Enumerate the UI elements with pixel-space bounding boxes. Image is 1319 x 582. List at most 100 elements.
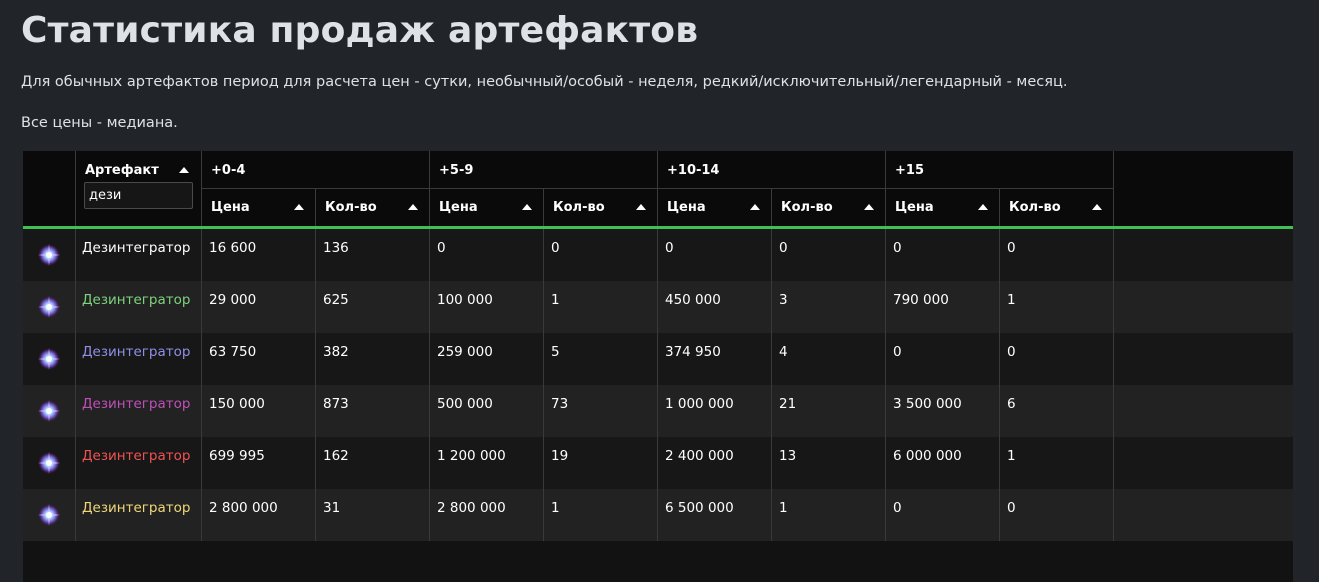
price-cell: 6 500 000 bbox=[658, 489, 772, 541]
sort-ascending-icon[interactable] bbox=[636, 204, 646, 210]
count-value: 625 bbox=[323, 292, 349, 308]
group-header-4: +15 bbox=[886, 151, 1114, 189]
price-cell: 0 bbox=[886, 333, 1000, 385]
disintegrator-artifact-icon bbox=[37, 451, 61, 475]
sort-ascending-icon[interactable] bbox=[1092, 204, 1102, 210]
sort-ascending-icon[interactable] bbox=[864, 204, 874, 210]
artifact-column-header[interactable]: Артефакт bbox=[76, 151, 202, 226]
count-column-header[interactable]: Кол-во bbox=[1000, 189, 1114, 226]
count-cell: 162 bbox=[316, 437, 430, 489]
price-cell: 2 800 000 bbox=[202, 489, 316, 541]
count-cell: 6 bbox=[1000, 385, 1114, 437]
sort-ascending-icon[interactable] bbox=[750, 204, 760, 210]
price-column-header[interactable]: Цена bbox=[886, 189, 1000, 226]
count-value: 1 bbox=[1007, 448, 1016, 464]
count-cell: 4 bbox=[772, 333, 886, 385]
icon-cell bbox=[23, 385, 76, 437]
count-value: 0 bbox=[1007, 240, 1016, 256]
price-cell: 0 bbox=[430, 229, 544, 281]
disintegrator-artifact-icon bbox=[37, 347, 61, 371]
price-value: 100 000 bbox=[437, 292, 493, 308]
artifact-name-cell: Дезинтегратор bbox=[76, 333, 202, 385]
table-row[interactable]: Дезинтегратор 699 995 162 1 200 000 19 2 400 … bbox=[23, 437, 1293, 489]
table-row[interactable]: Дезинтегратор 2 800 000 31 2 800 000 1 6 500 … bbox=[23, 489, 1293, 541]
group-header-label: +0-4 bbox=[211, 163, 246, 178]
artifact-name-cell: Дезинтегратор bbox=[76, 437, 202, 489]
price-cell: 0 bbox=[886, 489, 1000, 541]
price-value: 2 800 000 bbox=[437, 500, 506, 516]
artifact-name: Дезинтегратор bbox=[82, 240, 191, 256]
price-value: 1 200 000 bbox=[437, 448, 506, 464]
group-header-3: +10-14 bbox=[658, 151, 886, 189]
price-header-label: Цена bbox=[895, 200, 934, 215]
count-value: 1 bbox=[779, 500, 788, 516]
price-header-label: Цена bbox=[667, 200, 706, 215]
count-value: 136 bbox=[323, 240, 349, 256]
count-cell: 382 bbox=[316, 333, 430, 385]
artifact-name: Дезинтегратор bbox=[82, 344, 191, 360]
price-value: 0 bbox=[893, 240, 902, 256]
price-cell: 374 950 bbox=[658, 333, 772, 385]
count-value: 73 bbox=[551, 396, 569, 412]
artifact-name-cell: Дезинтегратор bbox=[76, 489, 202, 541]
price-cell: 259 000 bbox=[430, 333, 544, 385]
icon-cell bbox=[23, 333, 76, 385]
sort-ascending-icon[interactable] bbox=[978, 204, 988, 210]
count-value: 382 bbox=[323, 344, 349, 360]
count-cell: 13 bbox=[772, 437, 886, 489]
count-cell: 1 bbox=[1000, 281, 1114, 333]
price-cell: 1 200 000 bbox=[430, 437, 544, 489]
price-cell: 29 000 bbox=[202, 281, 316, 333]
price-value: 374 950 bbox=[665, 344, 721, 360]
count-cell: 0 bbox=[1000, 489, 1114, 541]
table-row[interactable]: Дезинтегратор 16 600 136 0 0 0 0 0 0 bbox=[23, 229, 1293, 281]
price-value: 63 750 bbox=[209, 344, 257, 360]
count-cell: 0 bbox=[1000, 229, 1114, 281]
artifact-name: Дезинтегратор bbox=[82, 396, 191, 412]
count-value: 0 bbox=[551, 240, 560, 256]
disintegrator-artifact-icon bbox=[37, 399, 61, 423]
count-column-header[interactable]: Кол-во bbox=[544, 189, 658, 226]
count-cell: 19 bbox=[544, 437, 658, 489]
price-value: 29 000 bbox=[209, 292, 257, 308]
table-row[interactable]: Дезинтегратор 150 000 873 500 000 73 1 000 00… bbox=[23, 385, 1293, 437]
table-row[interactable]: Дезинтегратор 63 750 382 259 000 5 374 950 4 0 0 bbox=[23, 333, 1293, 385]
artifact-header-label: Артефакт bbox=[85, 163, 159, 178]
price-header-label: Цена bbox=[439, 200, 478, 215]
icon-cell bbox=[23, 281, 76, 333]
table-row[interactable]: Дезинтегратор 29 000 625 100 000 1 450 000 3 79… bbox=[23, 281, 1293, 333]
count-cell: 3 bbox=[772, 281, 886, 333]
median-note: Все цены - медиана. bbox=[21, 115, 178, 131]
sort-ascending-icon[interactable] bbox=[522, 204, 532, 210]
count-header-label: Кол-во bbox=[1009, 200, 1061, 215]
artifact-name-cell: Дезинтегратор bbox=[76, 229, 202, 281]
count-column-header[interactable]: Кол-во bbox=[772, 189, 886, 226]
price-value: 16 600 bbox=[209, 240, 257, 256]
count-value: 0 bbox=[1007, 344, 1016, 360]
icon-column-header bbox=[23, 151, 76, 226]
artifact-filter-input[interactable] bbox=[84, 182, 193, 209]
price-cell: 3 500 000 bbox=[886, 385, 1000, 437]
count-cell: 625 bbox=[316, 281, 430, 333]
sort-ascending-icon[interactable] bbox=[179, 167, 189, 173]
count-cell: 1 bbox=[544, 489, 658, 541]
sort-ascending-icon[interactable] bbox=[294, 204, 304, 210]
count-value: 19 bbox=[551, 448, 569, 464]
price-value: 259 000 bbox=[437, 344, 493, 360]
count-cell: 0 bbox=[772, 229, 886, 281]
count-header-label: Кол-во bbox=[553, 200, 605, 215]
count-cell: 21 bbox=[772, 385, 886, 437]
price-column-header[interactable]: Цена bbox=[658, 189, 772, 226]
count-value: 1 bbox=[551, 292, 560, 308]
price-column-header[interactable]: Цена bbox=[430, 189, 544, 226]
price-value: 2 400 000 bbox=[665, 448, 734, 464]
price-value: 450 000 bbox=[665, 292, 721, 308]
price-value: 1 000 000 bbox=[665, 396, 734, 412]
price-value: 500 000 bbox=[437, 396, 493, 412]
price-column-header[interactable]: Цена bbox=[202, 189, 316, 226]
count-header-label: Кол-во bbox=[325, 200, 377, 215]
count-column-header[interactable]: Кол-во bbox=[316, 189, 430, 226]
page-title: Статистика продаж артефактов bbox=[21, 10, 699, 51]
sort-ascending-icon[interactable] bbox=[408, 204, 418, 210]
price-cell: 450 000 bbox=[658, 281, 772, 333]
